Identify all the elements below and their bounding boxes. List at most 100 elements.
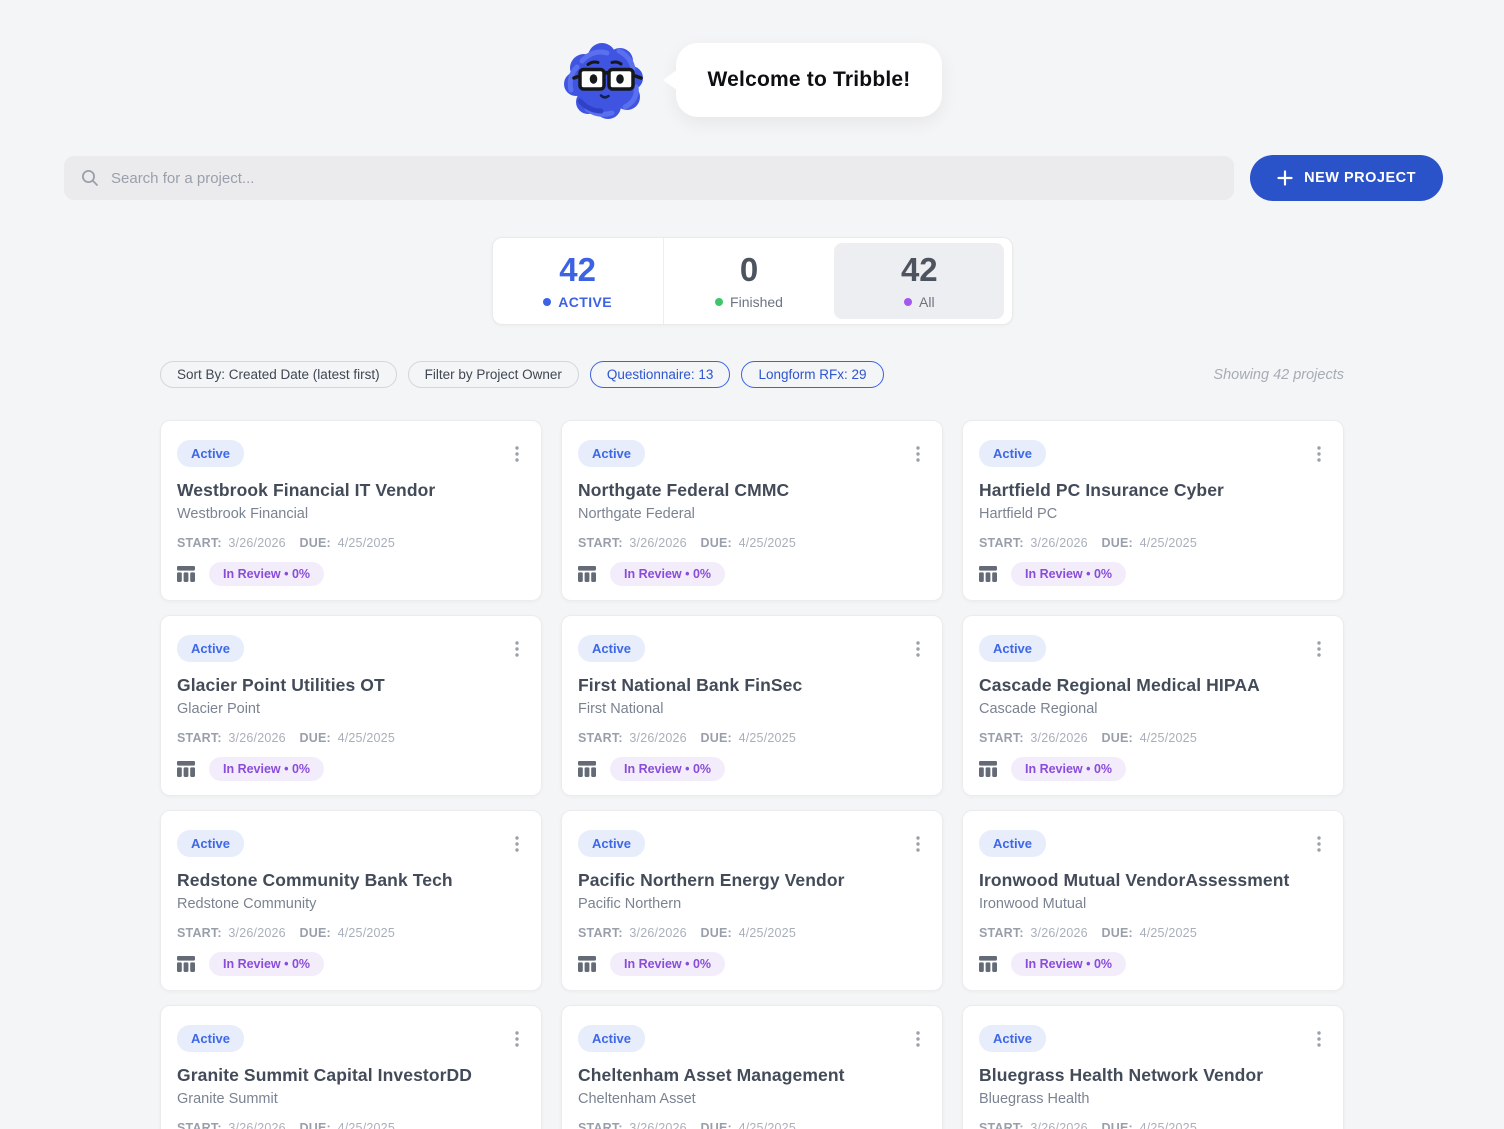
stat-all-value: 42 bbox=[900, 250, 938, 288]
kebab-menu-icon bbox=[1317, 446, 1321, 462]
kebab-menu-icon bbox=[916, 836, 920, 852]
due-date: 4/25/2025 bbox=[337, 536, 395, 550]
table-icon bbox=[578, 956, 596, 972]
project-dates: START: 3/26/2026 DUE: 4/25/2025 bbox=[979, 1121, 1327, 1129]
project-card[interactable]: Active Northgate Federal CMMC Northgate … bbox=[561, 420, 943, 601]
start-date: 3/26/2026 bbox=[1030, 731, 1088, 745]
status-badge: Active bbox=[177, 1025, 245, 1052]
project-subtitle: Cascade Regional bbox=[979, 701, 1098, 717]
project-subtitle: Ironwood Mutual bbox=[979, 896, 1087, 912]
project-title: Northgate Federal CMMC bbox=[578, 480, 790, 500]
project-card[interactable]: Active Glacier Point Utilities OT Glacie… bbox=[160, 615, 542, 796]
project-card[interactable]: Active Granite Summit Capital InvestorDD… bbox=[160, 1005, 542, 1129]
project-subtitle: Bluegrass Health bbox=[979, 1091, 1090, 1107]
stat-all[interactable]: 42 All bbox=[834, 243, 1005, 319]
project-dates: START: 3/26/2026 DUE: 4/25/2025 bbox=[578, 1121, 926, 1129]
project-title: Westbrook Financial IT Vendor bbox=[177, 480, 436, 500]
due-date: 4/25/2025 bbox=[738, 731, 796, 745]
card-menu-button[interactable] bbox=[509, 1027, 525, 1051]
start-label: START: bbox=[177, 536, 222, 550]
card-menu-button[interactable] bbox=[509, 832, 525, 856]
sort-by-chip[interactable]: Sort By: Created Date (latest first) bbox=[160, 361, 397, 388]
search-input[interactable] bbox=[111, 169, 1218, 187]
project-subtitle: Glacier Point bbox=[177, 701, 261, 717]
card-menu-button[interactable] bbox=[1311, 832, 1327, 856]
project-subtitle: Pacific Northern bbox=[578, 896, 682, 912]
card-menu-button[interactable] bbox=[910, 832, 926, 856]
project-card[interactable]: Active Bluegrass Health Network Vendor B… bbox=[962, 1005, 1344, 1129]
project-card[interactable]: Active Cheltenham Asset Management Chelt… bbox=[561, 1005, 943, 1129]
start-label: START: bbox=[979, 1121, 1024, 1129]
stat-finished[interactable]: 0 Finished bbox=[662, 238, 834, 324]
plus-icon bbox=[1277, 170, 1293, 186]
project-subtitle: Northgate Federal bbox=[578, 506, 695, 522]
review-status-badge: In Review • 0% bbox=[1011, 562, 1127, 586]
review-status-badge: In Review • 0% bbox=[209, 562, 325, 586]
project-dates: START: 3/26/2026 DUE: 4/25/2025 bbox=[578, 536, 926, 550]
project-subtitle: Granite Summit bbox=[177, 1091, 278, 1107]
status-badge: Active bbox=[578, 830, 646, 857]
stat-active[interactable]: 42 ACTIVE bbox=[493, 238, 663, 324]
due-date: 4/25/2025 bbox=[337, 1121, 395, 1129]
search-row: NEW PROJECT bbox=[64, 155, 1443, 201]
card-menu-button[interactable] bbox=[1311, 442, 1327, 466]
card-menu-button[interactable] bbox=[910, 637, 926, 661]
project-card[interactable]: Active First National Bank FinSec First … bbox=[561, 615, 943, 796]
projects-grid: Active Westbrook Financial IT Vendor Wes… bbox=[160, 420, 1344, 1129]
project-card[interactable]: Active Cascade Regional Medical HIPAA Ca… bbox=[962, 615, 1344, 796]
start-date: 3/26/2026 bbox=[629, 536, 687, 550]
project-card[interactable]: Active Redstone Community Bank Tech Reds… bbox=[160, 810, 542, 991]
project-dates: START: 3/26/2026 DUE: 4/25/2025 bbox=[177, 1121, 525, 1129]
card-menu-button[interactable] bbox=[910, 442, 926, 466]
status-badge: Active bbox=[177, 440, 245, 467]
status-badge: Active bbox=[578, 635, 646, 662]
search-box[interactable] bbox=[64, 156, 1235, 200]
questionnaire-chip[interactable]: Questionnaire: 13 bbox=[589, 361, 731, 388]
project-title: Bluegrass Health Network Vendor bbox=[979, 1065, 1264, 1085]
filters-row: Sort By: Created Date (latest first) Fil… bbox=[160, 361, 1344, 388]
card-menu-button[interactable] bbox=[509, 637, 525, 661]
start-date: 3/26/2026 bbox=[228, 1121, 286, 1129]
new-project-button[interactable]: NEW PROJECT bbox=[1250, 155, 1443, 201]
stat-active-label: ACTIVE bbox=[558, 293, 613, 310]
start-label: START: bbox=[578, 1121, 623, 1129]
kebab-menu-icon bbox=[515, 641, 519, 657]
due-date: 4/25/2025 bbox=[337, 926, 395, 940]
due-date: 4/25/2025 bbox=[1139, 926, 1197, 940]
filter-owner-chip[interactable]: Filter by Project Owner bbox=[407, 361, 579, 388]
project-subtitle: Redstone Community bbox=[177, 896, 317, 912]
card-menu-button[interactable] bbox=[910, 1027, 926, 1051]
due-date: 4/25/2025 bbox=[337, 731, 395, 745]
table-icon bbox=[578, 566, 596, 582]
project-dates: START: 3/26/2026 DUE: 4/25/2025 bbox=[979, 536, 1327, 550]
review-status-badge: In Review • 0% bbox=[610, 952, 726, 976]
due-label: DUE: bbox=[700, 536, 732, 550]
start-label: START: bbox=[979, 926, 1024, 940]
start-label: START: bbox=[177, 1121, 222, 1129]
table-icon bbox=[578, 761, 596, 777]
project-stats-card: 42 ACTIVE 0 Finished 42 All bbox=[491, 237, 1013, 325]
card-menu-button[interactable] bbox=[509, 442, 525, 466]
project-dates: START: 3/26/2026 DUE: 4/25/2025 bbox=[177, 536, 525, 550]
card-menu-button[interactable] bbox=[1311, 1027, 1327, 1051]
table-icon bbox=[177, 761, 195, 777]
project-card[interactable]: Active Pacific Northern Energy Vendor Pa… bbox=[561, 810, 943, 991]
status-badge: Active bbox=[979, 1025, 1047, 1052]
longform-rfx-chip[interactable]: Longform RFx: 29 bbox=[741, 361, 884, 388]
due-label: DUE: bbox=[299, 1121, 331, 1129]
card-menu-button[interactable] bbox=[1311, 637, 1327, 661]
kebab-menu-icon bbox=[1317, 836, 1321, 852]
finished-dot-icon bbox=[715, 297, 724, 306]
project-title: Glacier Point Utilities OT bbox=[177, 675, 385, 695]
status-badge: Active bbox=[177, 635, 245, 662]
start-label: START: bbox=[177, 731, 222, 745]
due-label: DUE: bbox=[299, 731, 331, 745]
tribble-mascot-icon bbox=[563, 43, 643, 119]
due-date: 4/25/2025 bbox=[738, 536, 796, 550]
project-card[interactable]: Active Ironwood Mutual VendorAssessment … bbox=[962, 810, 1344, 991]
review-status-badge: In Review • 0% bbox=[209, 757, 325, 781]
new-project-label: NEW PROJECT bbox=[1304, 170, 1416, 186]
project-card[interactable]: Active Westbrook Financial IT Vendor Wes… bbox=[160, 420, 542, 601]
project-card[interactable]: Active Hartfield PC Insurance Cyber Hart… bbox=[962, 420, 1344, 601]
stat-finished-value: 0 bbox=[739, 250, 759, 288]
